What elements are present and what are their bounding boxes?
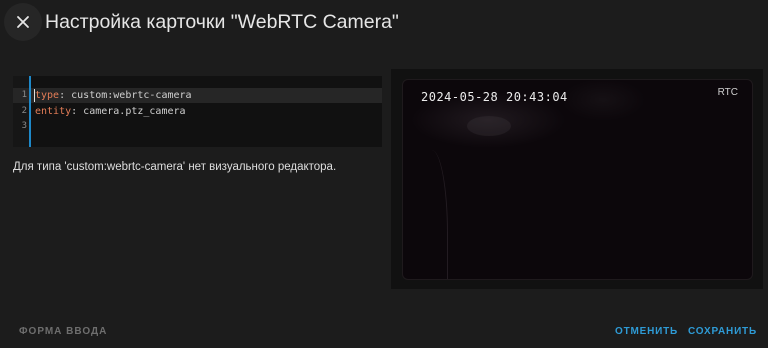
camera-scene-object [467, 116, 511, 136]
editor-line[interactable]: 1 type: custom:webrtc-camera [13, 88, 382, 103]
line-content[interactable]: entity: camera.ptz_camera [35, 104, 186, 119]
line-content[interactable]: type: custom:webrtc-camera [35, 88, 192, 103]
no-visual-editor-notice: Для типа 'custom:webrtc-camera' нет визу… [13, 161, 337, 173]
yaml-key: entity [35, 106, 72, 117]
cancel-button[interactable]: ОТМЕНИТЬ [615, 326, 678, 337]
text-cursor [34, 89, 35, 102]
yaml-value: camera.ptz_camera [83, 106, 186, 117]
save-button[interactable]: СОХРАНИТЬ [688, 326, 757, 337]
camera-timestamp: 2024-05-28 20:43:04 [421, 90, 568, 104]
webrtc-camera-card[interactable]: 2024-05-28 20:43:04 RTC [402, 79, 753, 280]
close-icon [17, 16, 29, 28]
editor-gutter-border [29, 76, 31, 147]
line-number: 1 [21, 90, 27, 100]
yaml-value: custom:webrtc-camera [71, 90, 192, 101]
camera-video-frame [403, 80, 752, 279]
dialog-title: Настройка карточки "WebRTC Camera" [45, 11, 399, 33]
card-preview-panel: 2024-05-28 20:43:04 RTC [391, 69, 763, 289]
form-mode-button[interactable]: ФОРМА ВВОДА [19, 326, 107, 337]
stream-mode-badge[interactable]: RTC [718, 87, 738, 98]
yaml-separator: : [59, 90, 72, 101]
yaml-code-editor[interactable]: 1 type: custom:webrtc-camera 2 entity: c… [13, 76, 382, 147]
line-number: 2 [21, 106, 27, 116]
editor-line[interactable]: 2 entity: camera.ptz_camera [13, 104, 382, 119]
card-editor-dialog: Настройка карточки "WebRTC Camera" 1 typ… [0, 0, 768, 348]
editor-line[interactable]: 3 [13, 119, 382, 134]
yaml-separator: : [71, 106, 84, 117]
yaml-key: type [35, 90, 60, 101]
close-button[interactable] [4, 3, 42, 41]
line-number: 3 [21, 121, 27, 131]
